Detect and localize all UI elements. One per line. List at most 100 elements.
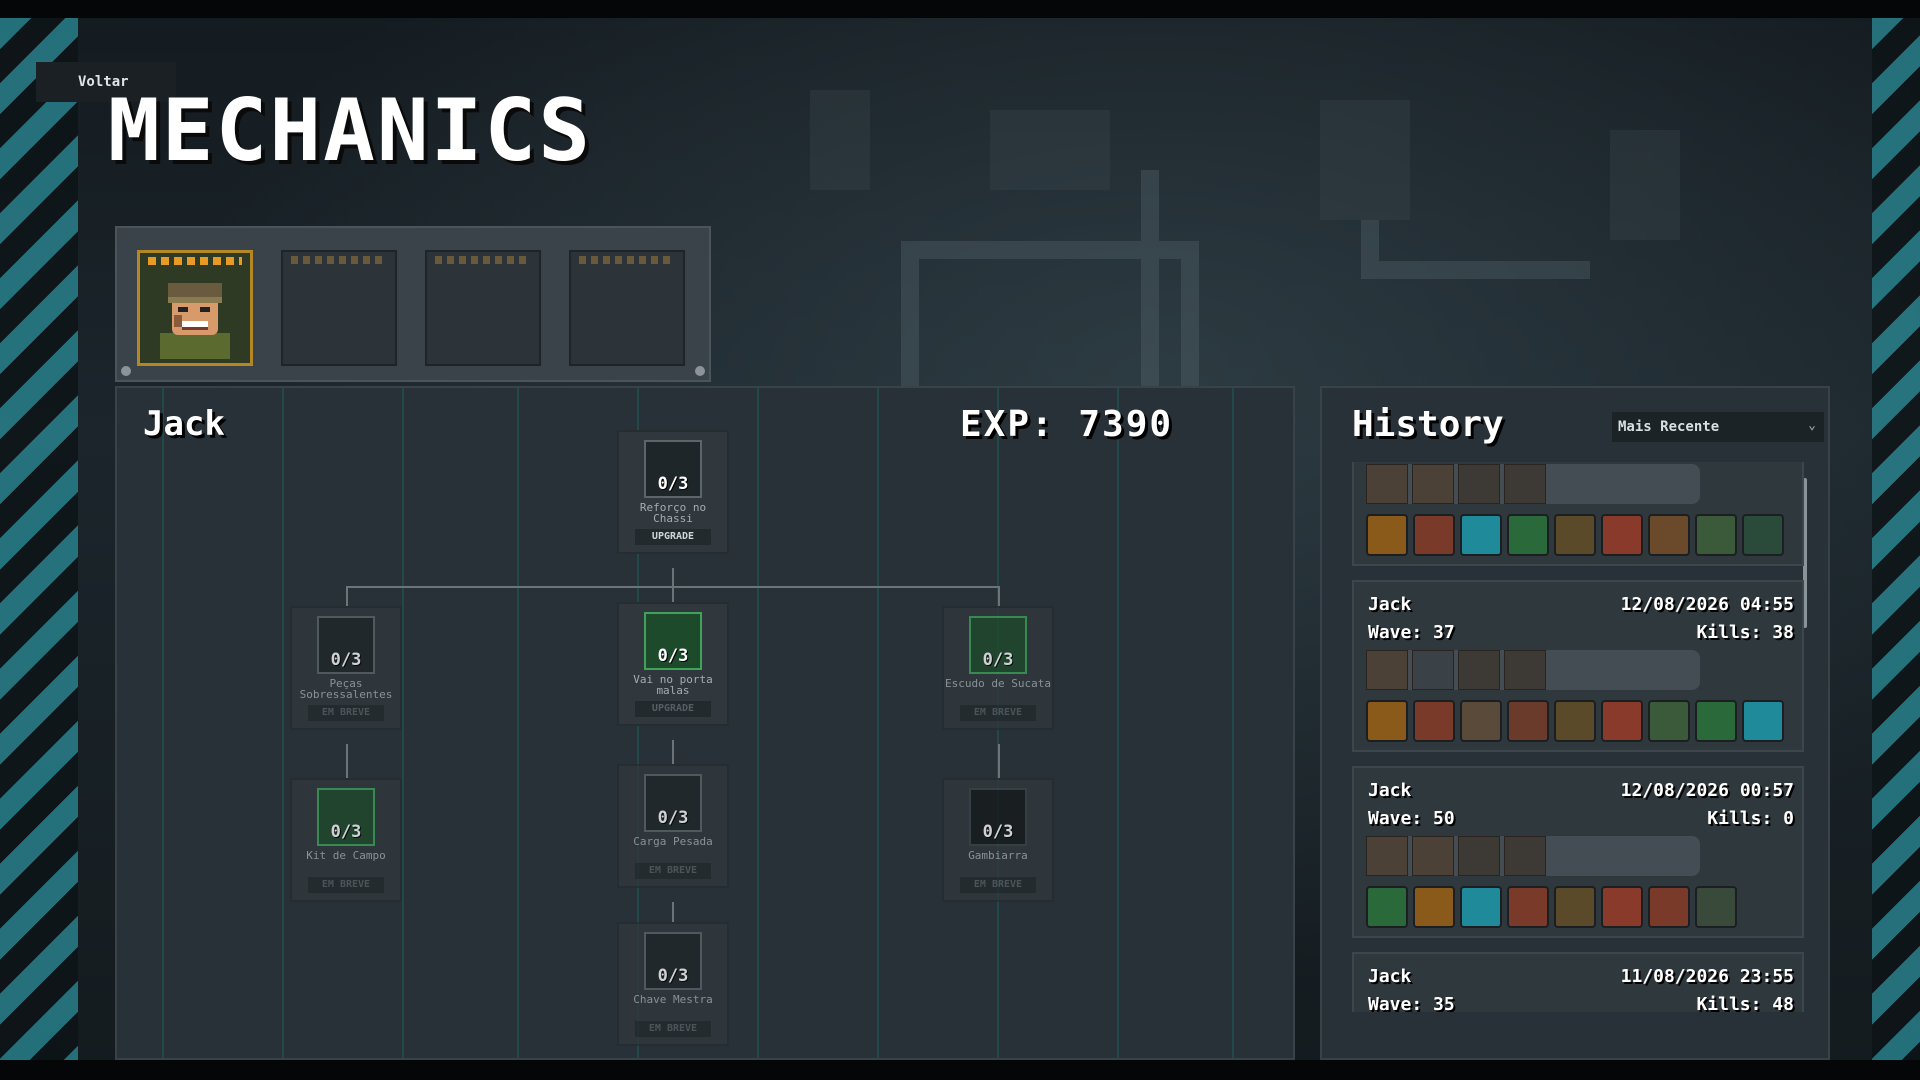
skill-level: 0/3 [330, 650, 362, 670]
screw [121, 366, 131, 376]
skill-node-gambiarra[interactable]: 0/3 Gambiarra EM BREVE [942, 778, 1054, 902]
slot-indicator-lights [579, 256, 675, 264]
skill-node-carga[interactable]: 0/3 Carga Pesada EM BREVE [617, 764, 729, 888]
skill-level: 0/3 [657, 808, 689, 828]
skill-name: Escudo de Sucata [945, 677, 1051, 690]
character-slot-empty[interactable] [425, 250, 541, 366]
right-hazard-stripes [1872, 18, 1920, 1060]
item-icon [1648, 700, 1690, 742]
skill-node-kit[interactable]: 0/3 Kit de Campo EM BREVE [290, 778, 402, 902]
coming-soon-button: EM BREVE [308, 704, 384, 721]
grid-line [1117, 388, 1119, 1058]
character-name: Jack [143, 404, 225, 444]
weapon-icon [1412, 650, 1454, 690]
item-icon [1507, 514, 1549, 556]
coming-soon-button: EM BREVE [635, 1020, 711, 1037]
entry-kills: Kills: 0 [1707, 808, 1794, 829]
skill-name: Gambiarra [968, 849, 1028, 862]
medkit-icon: 0/3 [317, 788, 375, 846]
grid-line [1232, 388, 1234, 1058]
skill-name: Chave Mestra [633, 993, 713, 1006]
skill-node-reforco[interactable]: 0/3 Reforço no Chassi UPGRADE [617, 430, 729, 554]
grid-line [877, 388, 879, 1058]
gadget-icon: 0/3 [969, 788, 1027, 846]
slot-indicator-lights [435, 256, 531, 264]
tree-connector [346, 586, 348, 606]
entry-wave: Wave: 50 [1368, 808, 1455, 829]
item-icon [1695, 700, 1737, 742]
item-icon [1648, 886, 1690, 928]
top-letterbox [0, 0, 1920, 18]
item-icon [1366, 700, 1408, 742]
character-slot-jack[interactable] [137, 250, 253, 366]
entry-kills: Kills: 38 [1696, 622, 1794, 643]
entry-character: Jack [1368, 780, 1412, 801]
character-selector [115, 226, 711, 382]
weapon-icon [1366, 836, 1408, 876]
entry-datetime: 11/08/2026 23:55 [1620, 966, 1794, 987]
item-icon [1648, 514, 1690, 556]
entry-kills: Kills: 48 [1696, 994, 1794, 1012]
item-icon [1460, 514, 1502, 556]
grid-line [517, 388, 519, 1058]
weapon-loadout [1366, 650, 1700, 690]
entry-wave: Wave: 35 [1368, 994, 1455, 1012]
skill-level: 0/3 [657, 646, 689, 666]
bottom-letterbox [0, 1060, 1920, 1080]
item-icon [1601, 514, 1643, 556]
exp-counter: EXP: 7390 [960, 404, 1174, 445]
history-entry[interactable]: Jack 12/08/2026 04:55 Wave: 37 Kills: 38 [1352, 580, 1804, 752]
tree-connector [998, 586, 1000, 606]
item-icon [1695, 514, 1737, 556]
grid-line [282, 388, 284, 1058]
coming-soon-button: EM BREVE [308, 876, 384, 893]
coming-soon-button: EM BREVE [960, 876, 1036, 893]
history-entry-partial[interactable] [1352, 462, 1804, 566]
trunk-icon: 0/3 [644, 612, 702, 670]
item-icon [1554, 700, 1596, 742]
item-icon [1554, 886, 1596, 928]
weapon-icon [1458, 464, 1500, 504]
chevron-down-icon: ⌄ [1808, 418, 1816, 433]
item-icon [1695, 886, 1737, 928]
tree-connector [998, 744, 1000, 778]
entry-stats: Wave: 50 Kills: 0 [1368, 808, 1794, 829]
weapon-icon [1504, 650, 1546, 690]
skill-name: Vai no porta malas [633, 673, 713, 697]
history-entry[interactable]: Jack 12/08/2026 00:57 Wave: 50 Kills: 0 [1352, 766, 1804, 938]
weapon-icon [1458, 650, 1500, 690]
sort-value: Mais Recente [1618, 419, 1720, 435]
weapon-loadout [1366, 836, 1700, 876]
character-slot-empty[interactable] [281, 250, 397, 366]
tree-connector [672, 740, 674, 764]
coming-soon-button: EM BREVE [635, 862, 711, 879]
skill-node-pecas[interactable]: 0/3 Peças Sobressalentes EM BREVE [290, 606, 402, 730]
history-entry[interactable]: Jack 11/08/2026 23:55 Wave: 35 Kills: 48 [1352, 952, 1804, 1012]
skill-node-escudo[interactable]: 0/3 Escudo de Sucata EM BREVE [942, 606, 1054, 730]
skill-name: Carga Pesada [633, 835, 713, 848]
entry-stats: Wave: 35 Kills: 48 [1368, 994, 1794, 1012]
item-icon [1413, 514, 1455, 556]
page-title: MECHANICS [108, 81, 592, 181]
tree-connector [346, 744, 348, 778]
skill-node-chave[interactable]: 0/3 Chave Mestra EM BREVE [617, 922, 729, 1046]
grid-line [757, 388, 759, 1058]
entry-header: Jack 12/08/2026 00:57 [1368, 780, 1794, 801]
skill-node-vai[interactable]: 0/3 Vai no porta malas UPGRADE [617, 602, 729, 726]
item-icon [1413, 700, 1455, 742]
heavy-load-icon: 0/3 [644, 774, 702, 832]
sort-dropdown[interactable]: Mais Recente ⌄ [1612, 412, 1824, 442]
slot-indicator-lights [291, 256, 387, 264]
skill-name: Kit de Campo [306, 849, 386, 862]
left-hazard-stripes [0, 18, 78, 1060]
item-icon [1460, 886, 1502, 928]
entry-wave: Wave: 37 [1368, 622, 1455, 643]
upgrade-button[interactable]: UPGRADE [635, 528, 711, 545]
spare-parts-icon: 0/3 [317, 616, 375, 674]
upgrade-button[interactable]: UPGRADE [635, 700, 711, 717]
character-slot-empty[interactable] [569, 250, 685, 366]
chassis-icon: 0/3 [644, 440, 702, 498]
entry-datetime: 12/08/2026 04:55 [1620, 594, 1794, 615]
weapon-icon [1366, 464, 1408, 504]
weapon-icon [1458, 836, 1500, 876]
